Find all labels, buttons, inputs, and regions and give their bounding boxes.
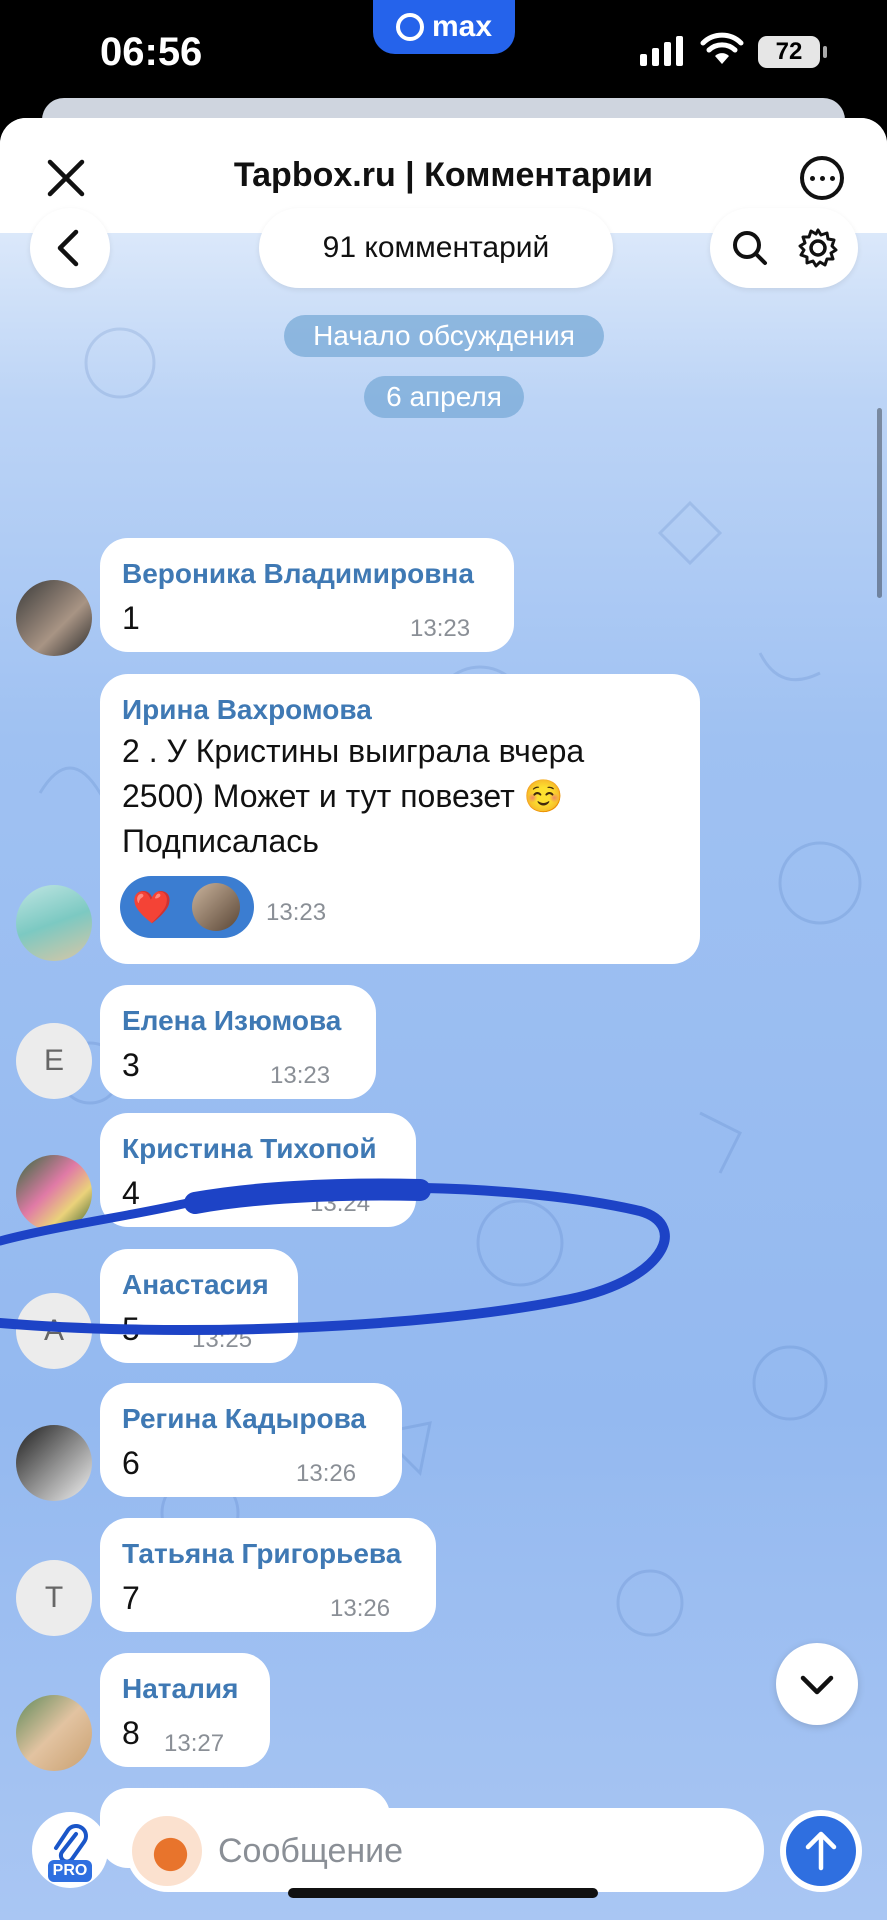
comment-author[interactable]: Наталия xyxy=(122,1673,238,1705)
max-logo-icon xyxy=(395,13,424,41)
sheet-title: Tapbox.ru | Комментарии xyxy=(233,156,654,194)
message-input[interactable]: Сообщение xyxy=(126,1808,764,1892)
comments-sheet: Tapbox.ru | Комментарии 91 комментарий Н… xyxy=(0,118,887,1920)
comment-author[interactable]: Регина Кадырова xyxy=(122,1403,366,1435)
comment-bubble[interactable]: Регина Кадырова 6 13:26 xyxy=(100,1383,402,1497)
comment-time: 13:26 xyxy=(296,1460,357,1487)
comment-text: 7 xyxy=(122,1580,140,1616)
comment-bubble[interactable]: Наталия 8 13:27 xyxy=(100,1653,270,1767)
scroll-down-button[interactable] xyxy=(776,1643,858,1725)
send-button-fill xyxy=(786,1816,856,1886)
comment-text: 6 xyxy=(122,1445,140,1481)
status-time: 06:56 xyxy=(100,30,203,74)
comment-bubble[interactable]: Татьяна Григорьева 7 13:26 xyxy=(100,1518,436,1632)
app-indicator: max xyxy=(373,0,515,54)
comments-feed[interactable]: 91 комментарий Начало обсуждения 6 апрел… xyxy=(0,208,887,1920)
send-button[interactable] xyxy=(780,1810,862,1892)
home-indicator[interactable] xyxy=(288,1888,598,1898)
signal-icon xyxy=(640,36,683,66)
comment-time: 13:27 xyxy=(164,1730,225,1757)
wifi-icon xyxy=(700,32,744,64)
avatar-letter[interactable]: Т xyxy=(16,1560,92,1636)
more-icon[interactable] xyxy=(800,156,844,200)
arrow-up-icon xyxy=(805,1831,837,1871)
avatar[interactable] xyxy=(16,1425,92,1501)
scrollbar[interactable] xyxy=(877,408,882,598)
chevron-down-icon xyxy=(800,1675,834,1695)
comment-text: 8 xyxy=(122,1715,140,1751)
comment-author[interactable]: Татьяна Григорьева xyxy=(122,1538,401,1570)
avatar[interactable] xyxy=(16,1695,92,1771)
message-placeholder: Сообщение xyxy=(218,1832,404,1870)
battery-indicator: 72 xyxy=(758,36,827,68)
comment-time: 13:26 xyxy=(330,1595,391,1622)
pro-badge: PRO xyxy=(48,1860,92,1882)
app-name: max xyxy=(431,10,493,43)
status-bar: 06:56 max 72 xyxy=(0,0,887,110)
message-composer: PRO Сообщение xyxy=(0,1798,887,1920)
sender-avatar[interactable] xyxy=(132,1816,202,1886)
